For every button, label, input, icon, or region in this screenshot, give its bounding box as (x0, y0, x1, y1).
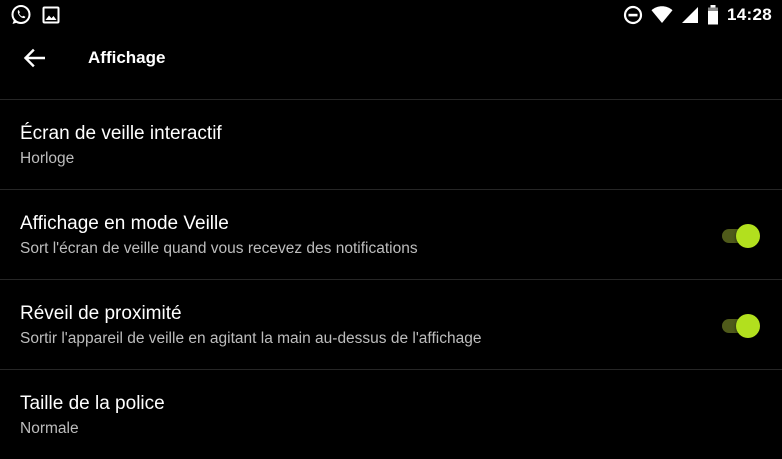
clock: 14:28 (727, 5, 772, 24)
data-saver-icon (623, 5, 643, 25)
ambient-display-toggle[interactable] (720, 223, 760, 248)
whatsapp-icon (10, 4, 32, 26)
proximity-wake-toggle[interactable] (720, 313, 760, 338)
cell-signal-icon (681, 6, 699, 24)
setting-proximity-wake[interactable]: Réveil de proximité Sortir l'appareil de… (0, 280, 782, 369)
setting-title: Affichage en mode Veille (20, 213, 229, 234)
status-bar: 14:28 (0, 0, 782, 30)
setting-ambient-display[interactable]: Affichage en mode Veille Sort l'écran de… (0, 190, 782, 279)
setting-summary: Sort l'écran de veille quand vous receve… (20, 240, 418, 257)
toggle-thumb (736, 314, 760, 338)
setting-summary: Sortir l'appareil de veille en agitant l… (20, 330, 482, 347)
toggle-thumb (736, 224, 760, 248)
system-icons: 14:28 (623, 5, 772, 25)
setting-title: Écran de veille interactif (20, 123, 222, 144)
page-title: Affichage (88, 48, 166, 67)
battery-icon (707, 5, 719, 25)
gallery-icon (42, 6, 60, 24)
setting-title: Taille de la police (20, 393, 165, 414)
settings-list: Écran de veille interactif Horloge Affic… (0, 99, 782, 459)
back-button[interactable] (6, 30, 62, 86)
setting-title: Réveil de proximité (20, 303, 182, 324)
toolbar: Affichage (0, 30, 782, 86)
setting-summary: Normale (20, 420, 79, 437)
setting-summary: Horloge (20, 150, 75, 167)
wifi-icon (651, 6, 673, 24)
notification-icons (10, 4, 60, 26)
setting-interactive-screensaver[interactable]: Écran de veille interactif Horloge (0, 100, 782, 189)
setting-font-size[interactable]: Taille de la police Normale (0, 370, 782, 459)
arrow-left-icon (23, 48, 45, 68)
